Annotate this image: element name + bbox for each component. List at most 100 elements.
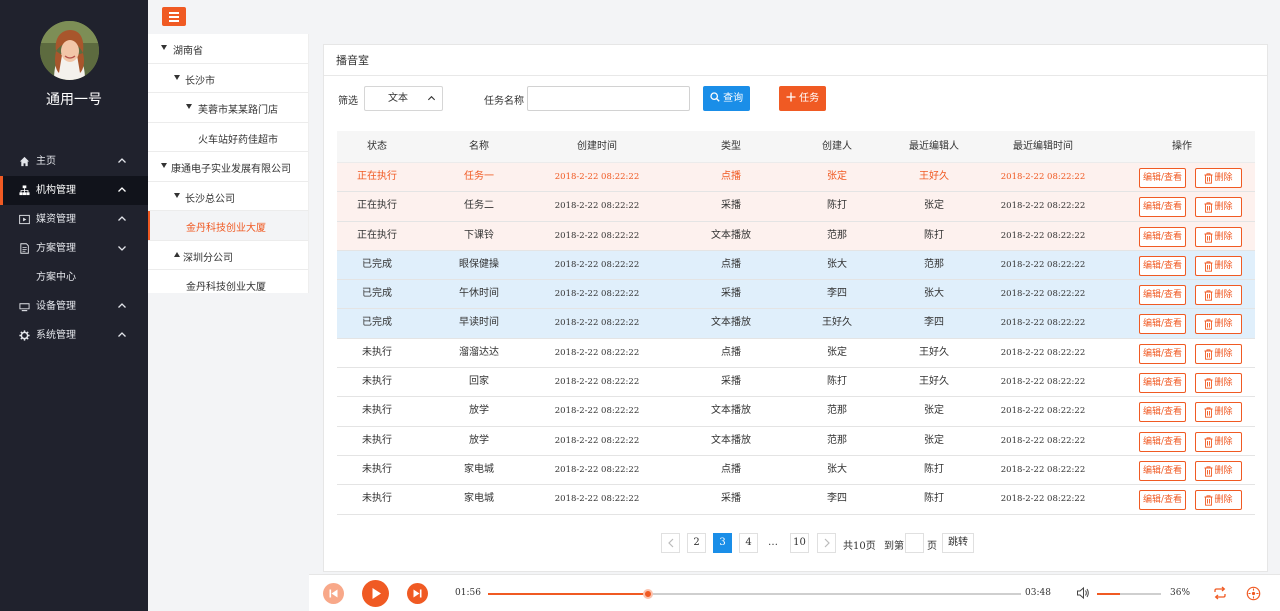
nav-item-system[interactable]: 系统管理 xyxy=(0,321,148,350)
goto-button[interactable]: 跳转 xyxy=(942,533,974,553)
next-track-button[interactable] xyxy=(407,583,428,604)
row-created-time: 2018-2-22 08:22:22 xyxy=(554,201,640,212)
delete-button[interactable]: 删除 xyxy=(1195,431,1242,452)
menu-toggle-button[interactable] xyxy=(162,7,186,26)
goto-page-input[interactable] xyxy=(905,533,924,553)
edit-view-button[interactable]: 编辑/查看 xyxy=(1139,402,1186,423)
tree-node[interactable]: 芙蓉市某某路门店 xyxy=(148,93,308,123)
row-type: 点播 xyxy=(721,171,741,182)
row-edited-time: 2018-2-22 08:22:22 xyxy=(1000,494,1086,505)
nav-item-label: 设备管理 xyxy=(36,301,76,312)
delete-button[interactable]: 删除 xyxy=(1195,373,1242,394)
query-button[interactable]: 查询 xyxy=(703,86,750,111)
edit-view-button[interactable]: 编辑/查看 xyxy=(1139,226,1186,247)
row-name: 放学 xyxy=(469,405,489,417)
row-name: 家电城 xyxy=(464,463,494,475)
row-edited-time: 2018-2-22 08:22:22 xyxy=(1000,318,1086,329)
nav-item-media[interactable]: 媒资管理 xyxy=(0,205,148,234)
progress-fill xyxy=(488,593,648,595)
edit-view-button[interactable]: 编辑/查看 xyxy=(1139,197,1186,218)
edit-view-button[interactable]: 编辑/查看 xyxy=(1139,431,1186,452)
nav-item-label: 主页 xyxy=(36,156,56,167)
row-type: 采播 xyxy=(721,200,741,212)
tree-node[interactable]: 湖南省 xyxy=(148,34,308,64)
delete-button[interactable]: 删除 xyxy=(1195,285,1242,306)
row-editor: 张定 xyxy=(924,405,944,417)
edit-view-button[interactable]: 编辑/查看 xyxy=(1139,373,1186,394)
row-name: 回家 xyxy=(469,376,489,388)
nav-item-label: 媒资管理 xyxy=(36,214,76,225)
plus-icon xyxy=(786,92,796,102)
delete-button[interactable]: 删除 xyxy=(1195,402,1242,423)
progress-track[interactable] xyxy=(488,589,1021,599)
repeat-icon[interactable] xyxy=(1212,586,1228,600)
row-creator: 陈打 xyxy=(827,200,847,212)
progress-handle[interactable] xyxy=(642,589,653,599)
row-editor: 陈打 xyxy=(924,463,944,475)
chevron-left-icon xyxy=(667,538,673,548)
previous-track-button[interactable] xyxy=(323,583,344,604)
tree-node[interactable]: 深圳分公司 xyxy=(148,241,308,270)
row-creator: 张大 xyxy=(827,463,847,475)
avatar[interactable] xyxy=(40,21,99,80)
tree-node[interactable]: 长沙市 xyxy=(148,64,308,93)
row-edited-time: 2018-2-22 08:22:22 xyxy=(1000,406,1086,417)
page-button[interactable]: 4 xyxy=(739,533,758,553)
edit-view-button[interactable]: 编辑/查看 xyxy=(1139,490,1186,511)
row-creator: 范那 xyxy=(827,434,847,446)
row-type: 采播 xyxy=(721,493,741,505)
add-task-button[interactable]: 任务 xyxy=(779,86,826,111)
prev-page-button[interactable] xyxy=(661,533,680,553)
delete-button[interactable]: 删除 xyxy=(1195,460,1242,481)
play-button[interactable] xyxy=(362,580,389,607)
col-header: 名称 xyxy=(469,141,489,152)
edit-view-button[interactable]: 编辑/查看 xyxy=(1139,168,1186,188)
delete-button[interactable]: 删除 xyxy=(1195,343,1242,364)
tree-node[interactable]: 火车站好药佳超市 xyxy=(148,123,308,152)
filter-select[interactable]: 文本 xyxy=(364,86,443,111)
tree-node-label: 火车站好药佳超市 xyxy=(198,134,278,146)
delete-button[interactable]: 删除 xyxy=(1195,255,1242,276)
delete-button[interactable]: 删除 xyxy=(1195,168,1242,188)
col-header: 创建时间 xyxy=(577,141,617,152)
tree-node[interactable]: 金丹科技创业大厦 xyxy=(148,270,308,300)
caret-down-icon xyxy=(186,104,192,109)
delete-button-label: 删除 xyxy=(1214,495,1233,506)
row-created-time: 2018-2-22 08:22:22 xyxy=(554,494,640,505)
next-page-button[interactable] xyxy=(817,533,836,553)
nav-subitem-plan-center[interactable]: 方案中心 xyxy=(0,263,148,292)
page-button-current[interactable]: 3 xyxy=(713,533,732,553)
nav-item-plan[interactable]: 方案管理 xyxy=(0,234,148,263)
tree-node[interactable]: 康通电子实业发展有限公司 xyxy=(148,152,308,182)
row-created-time: 2018-2-22 08:22:22 xyxy=(554,464,640,475)
task-name-input[interactable] xyxy=(527,86,690,111)
volume-slider[interactable] xyxy=(1097,593,1161,595)
nav-item-home[interactable]: 主页 xyxy=(0,147,148,176)
edit-view-button[interactable]: 编辑/查看 xyxy=(1139,460,1186,481)
nav-item-device[interactable]: 设备管理 xyxy=(0,292,148,321)
chevron-up-icon xyxy=(118,303,126,308)
edit-view-button[interactable]: 编辑/查看 xyxy=(1139,314,1186,335)
page-button[interactable]: 2 xyxy=(687,533,706,553)
org-tree: 湖南省 长沙市 芙蓉市某某路门店 火车站好药佳超市 康通电子实业发展有限公司 长… xyxy=(148,34,309,293)
nav-item-label: 系统管理 xyxy=(36,330,76,341)
app: 通用一号 主页 机构管理 媒资管理 方案管理 方案中心 设备管理 系统管理 湖南… xyxy=(0,0,1280,611)
edit-view-button[interactable]: 编辑/查看 xyxy=(1139,343,1186,364)
delete-button-label: 删除 xyxy=(1214,319,1233,330)
delete-button[interactable]: 删除 xyxy=(1195,226,1242,247)
col-header: 操作 xyxy=(1172,141,1192,152)
playlist-settings-icon[interactable] xyxy=(1246,586,1261,601)
row-status: 已完成 xyxy=(362,258,392,270)
tree-node-selected[interactable]: 金丹科技创业大厦 xyxy=(148,211,308,241)
delete-button[interactable]: 删除 xyxy=(1195,314,1242,335)
tree-node[interactable]: 长沙总公司 xyxy=(148,182,308,211)
delete-button[interactable]: 删除 xyxy=(1195,490,1242,511)
edit-view-button[interactable]: 编辑/查看 xyxy=(1139,255,1186,276)
delete-button[interactable]: 删除 xyxy=(1195,197,1242,218)
chevron-right-icon xyxy=(824,538,830,548)
row-created-time: 2018-2-22 08:22:22 xyxy=(554,318,640,329)
edit-view-button[interactable]: 编辑/查看 xyxy=(1139,285,1186,306)
volume-icon[interactable] xyxy=(1076,586,1090,600)
nav-item-org[interactable]: 机构管理 xyxy=(0,176,148,205)
page-button[interactable]: 10 xyxy=(790,533,809,553)
